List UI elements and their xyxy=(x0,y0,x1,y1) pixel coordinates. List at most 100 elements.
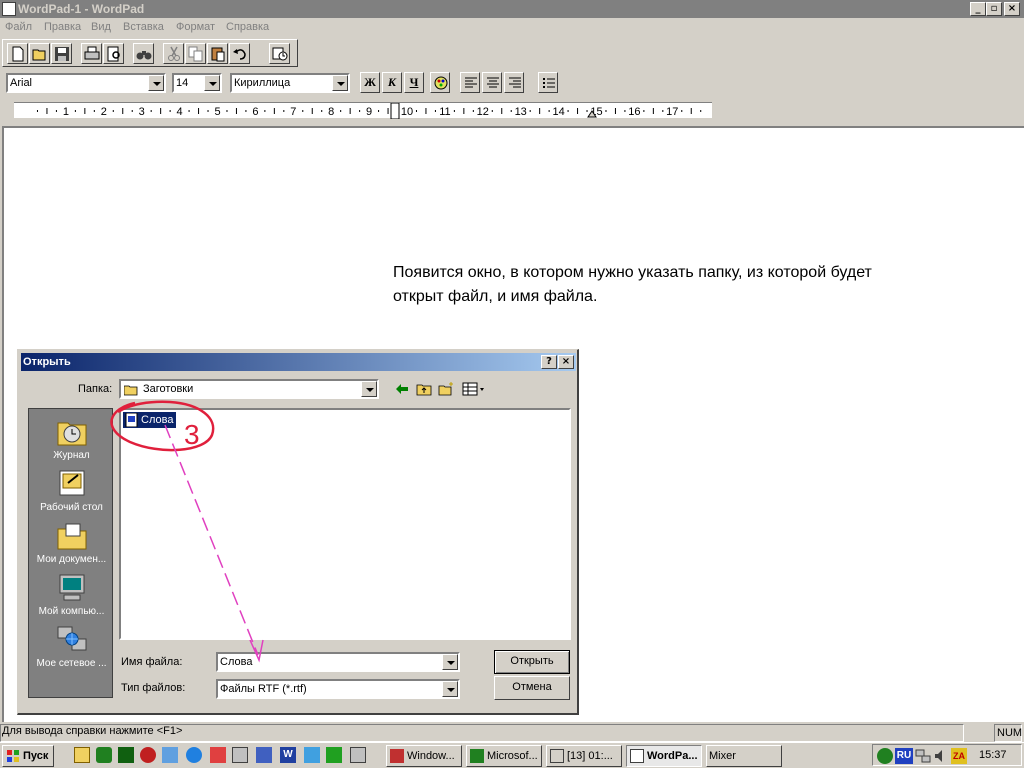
font-size-combo[interactable]: 14 xyxy=(172,73,222,93)
quicklaunch-misc-icon[interactable] xyxy=(350,747,366,763)
copy-icon[interactable] xyxy=(185,43,206,64)
menu-bar: Файл Правка Вид Вставка Формат Справка xyxy=(0,18,1024,38)
maximize-button[interactable]: ▫ xyxy=(986,2,1002,16)
save-icon[interactable] xyxy=(51,43,72,64)
menu-format[interactable]: Формат xyxy=(176,21,215,33)
underline-button[interactable]: Ч xyxy=(404,72,424,93)
menu-view[interactable]: Вид xyxy=(91,21,111,33)
filetype-dropdown-arrow[interactable] xyxy=(442,681,458,697)
folder-dropdown-arrow[interactable] xyxy=(361,381,377,397)
insert-datetime-icon[interactable] xyxy=(269,43,290,64)
quicklaunch-word-icon[interactable]: W xyxy=(280,747,296,763)
quicklaunch-ie-icon[interactable] xyxy=(186,747,202,763)
menu-help[interactable]: Справка xyxy=(226,21,269,33)
quicklaunch-notes-icon[interactable] xyxy=(304,747,320,763)
italic-button[interactable]: К xyxy=(382,72,402,93)
title-bar[interactable]: WordPad-1 - WordPad _ ▫ × xyxy=(0,0,1024,18)
minimize-button[interactable]: _ xyxy=(970,2,986,16)
wordpad-app-icon[interactable] xyxy=(2,2,16,16)
task-microsoft[interactable]: Microsof... xyxy=(466,745,542,767)
window-title: WordPad-1 - WordPad xyxy=(18,2,145,16)
quicklaunch-network-icon[interactable] xyxy=(162,747,178,763)
quicklaunch-app-icon[interactable] xyxy=(118,747,134,763)
new-icon[interactable] xyxy=(7,43,28,64)
align-center-button[interactable] xyxy=(482,72,502,93)
tray-volume-icon[interactable] xyxy=(933,748,949,764)
size-dropdown-arrow[interactable] xyxy=(204,75,220,91)
align-left-button[interactable] xyxy=(460,72,480,93)
tray-language-indicator[interactable]: RU xyxy=(895,748,913,764)
quicklaunch-monitor-icon[interactable] xyxy=(256,747,272,763)
tray-clock[interactable]: 15:37 xyxy=(979,749,1007,761)
script-value: Кириллица xyxy=(234,77,291,89)
bold-button[interactable]: Ж xyxy=(360,72,380,93)
bullets-button[interactable] xyxy=(538,72,558,93)
task-mixer[interactable]: Mixer xyxy=(706,745,782,767)
align-right-icon xyxy=(509,77,521,88)
open-button[interactable]: Открыть xyxy=(494,650,570,674)
task-wordpad-active[interactable]: WordPa... xyxy=(626,745,702,767)
document-line-1: Появится окно, в котором нужно указать п… xyxy=(393,264,872,281)
color-button[interactable] xyxy=(430,72,450,93)
place-history[interactable]: Журнал xyxy=(29,417,114,461)
task-windows[interactable]: Window... xyxy=(386,745,462,767)
task-microsoft-label: Microsof... xyxy=(487,750,538,762)
view-menu-button[interactable] xyxy=(462,381,488,399)
place-my-computer[interactable]: Мой компью... xyxy=(29,573,114,617)
indent-marker[interactable] xyxy=(390,102,400,120)
font-name-combo[interactable]: Arial xyxy=(6,73,166,93)
find-icon[interactable] xyxy=(133,43,154,64)
print-preview-icon[interactable] xyxy=(103,43,124,64)
print-icon[interactable] xyxy=(81,43,102,64)
open-icon[interactable] xyxy=(29,43,50,64)
menu-insert[interactable]: Вставка xyxy=(123,21,164,33)
file-list[interactable]: Слова xyxy=(119,408,571,640)
network-icon xyxy=(56,625,88,655)
undo-icon[interactable] xyxy=(229,43,250,64)
start-label: Пуск xyxy=(23,750,49,762)
ruler-number: 8 xyxy=(328,106,334,118)
font-dropdown-arrow[interactable] xyxy=(148,75,164,91)
ruler-scale[interactable]: 1 2 3 4 5 6 7 8 9 10 11 12 13 14 15 16 17 xyxy=(14,102,712,120)
folder-combo[interactable]: Заготовки xyxy=(119,379,379,399)
dialog-title-bar[interactable]: Открыть ? × xyxy=(21,353,576,371)
start-button[interactable]: Пуск xyxy=(2,745,54,767)
place-desktop[interactable]: Рабочий стол xyxy=(29,469,114,513)
quicklaunch-media-icon[interactable] xyxy=(140,747,156,763)
task-wordpad-label: WordPa... xyxy=(647,750,698,762)
new-folder-button[interactable] xyxy=(438,381,456,399)
script-dropdown-arrow[interactable] xyxy=(332,75,348,91)
ruler-number: 5 xyxy=(214,106,220,118)
paste-icon[interactable] xyxy=(207,43,228,64)
quicklaunch-game-icon[interactable] xyxy=(96,747,112,763)
file-item-selected[interactable]: Слова xyxy=(123,412,177,428)
places-bar: Журнал Рабочий стол Мои докумен... Мой к… xyxy=(28,408,113,698)
tray-bug-icon[interactable] xyxy=(877,748,893,764)
dialog-help-button[interactable]: ? xyxy=(541,355,557,369)
filename-dropdown-arrow[interactable] xyxy=(442,654,458,670)
cancel-button[interactable]: Отмена xyxy=(494,676,570,700)
align-right-button[interactable] xyxy=(504,72,524,93)
document-text[interactable]: Появится окно, в котором нужно указать п… xyxy=(393,261,993,309)
dialog-close-button[interactable]: × xyxy=(558,355,574,369)
quicklaunch-excel-icon[interactable] xyxy=(326,747,342,763)
menu-file[interactable]: Файл xyxy=(5,21,32,33)
filetype-select[interactable]: Файлы RTF (*.rtf) xyxy=(216,679,460,699)
task-counter[interactable]: [13] 01:... xyxy=(546,745,622,767)
tray-network-icon[interactable] xyxy=(915,748,931,764)
up-folder-button[interactable] xyxy=(416,381,434,399)
close-button[interactable]: × xyxy=(1004,2,1020,16)
back-button[interactable] xyxy=(394,381,412,399)
tray-zonealarm-icon[interactable]: ZA xyxy=(951,748,967,764)
place-my-documents[interactable]: Мои докумен... xyxy=(29,521,114,565)
cut-icon[interactable] xyxy=(163,43,184,64)
quicklaunch-show-desktop-icon[interactable] xyxy=(74,747,90,763)
place-network[interactable]: Мое сетевое ... xyxy=(29,625,114,669)
filename-input[interactable]: Слова xyxy=(216,652,460,672)
script-combo[interactable]: Кириллица xyxy=(230,73,350,93)
place-my-computer-label: Мой компью... xyxy=(38,606,105,617)
quicklaunch-explorer-icon[interactable] xyxy=(232,747,248,763)
my-computer-icon xyxy=(56,573,88,603)
menu-edit[interactable]: Правка xyxy=(44,21,81,33)
quicklaunch-flash-icon[interactable] xyxy=(210,747,226,763)
